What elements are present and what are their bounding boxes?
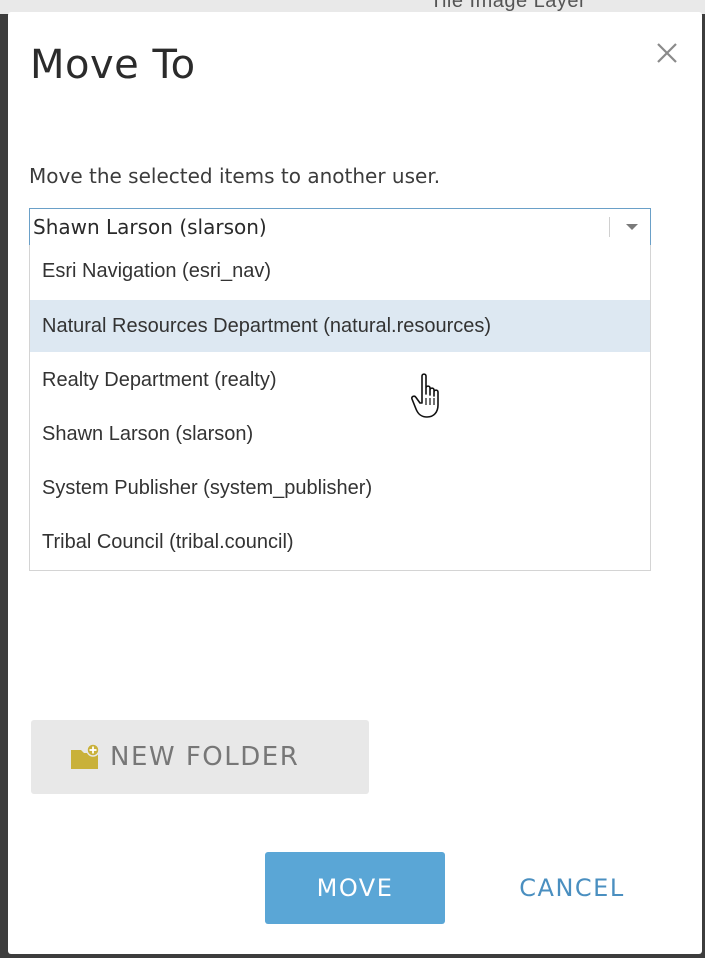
user-combobox[interactable] — [29, 208, 651, 246]
user-search-input[interactable] — [33, 209, 603, 245]
dialog-title: Move To — [30, 42, 196, 88]
close-icon — [657, 43, 677, 63]
move-to-dialog: Move To Move the selected items to anoth… — [8, 12, 702, 954]
new-folder-button[interactable]: NEW FOLDER — [31, 720, 369, 794]
close-button[interactable] — [652, 38, 682, 68]
cancel-button[interactable]: CANCEL — [492, 852, 652, 924]
dropdown-option[interactable]: Shawn Larson (slarson) — [30, 408, 650, 460]
dropdown-option[interactable]: System Publisher (system_publisher) — [30, 462, 650, 514]
chevron-down-icon — [626, 224, 638, 230]
user-dropdown-list: Esri Navigation (esri_nav) Natural Resou… — [29, 245, 651, 571]
folder-add-icon — [70, 743, 102, 771]
dropdown-option[interactable]: Tribal Council (tribal.council) — [30, 516, 650, 568]
move-button[interactable]: MOVE — [265, 852, 445, 924]
dropdown-option[interactable]: Natural Resources Department (natural.re… — [30, 300, 650, 352]
dropdown-option[interactable]: Esri Navigation (esri_nav) — [30, 245, 650, 297]
combo-divider — [609, 217, 610, 237]
dialog-description: Move the selected items to another user. — [29, 164, 441, 188]
new-folder-label: NEW FOLDER — [110, 742, 300, 772]
dropdown-toggle-button[interactable] — [615, 210, 649, 244]
dropdown-option[interactable]: Realty Department (realty) — [30, 354, 650, 406]
